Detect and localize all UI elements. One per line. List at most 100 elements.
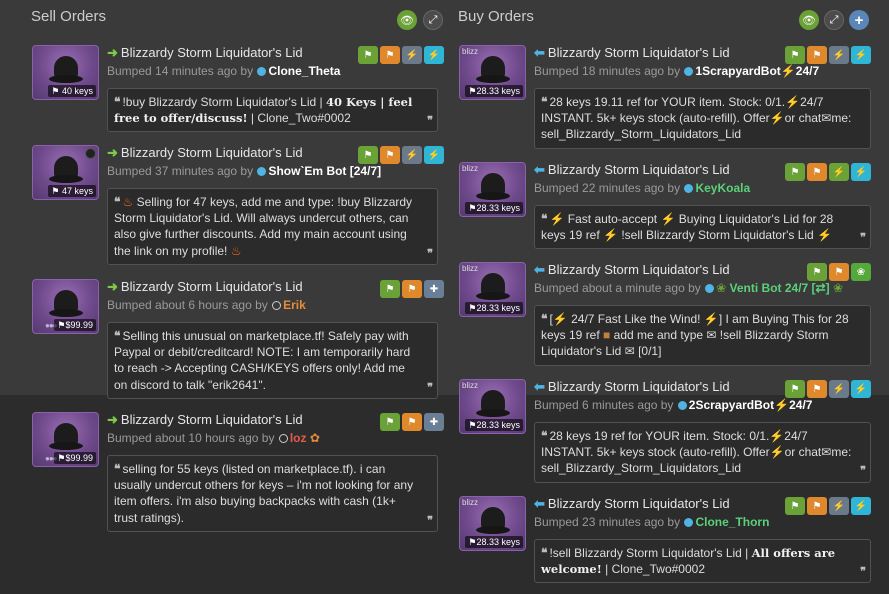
- leaf-icon[interactable]: ❀: [851, 263, 871, 281]
- item-icon[interactable]: blizz ⚑28.33 keys: [459, 262, 526, 317]
- tag-icon[interactable]: ⚑: [358, 146, 378, 164]
- bump-info: Bumped 18 minutes ago by 1ScrapyardBot⚡2…: [534, 64, 820, 78]
- item-icon[interactable]: blizz ⚑28.33 keys: [459, 162, 526, 217]
- quote-close-icon: ❞: [860, 566, 866, 579]
- action-buttons: ⚑ ⚑ ⚡ ⚡: [358, 146, 444, 164]
- arrow-right-icon: ➜: [107, 279, 118, 294]
- bolt-icon: ⚡: [774, 398, 790, 412]
- bolt-icon[interactable]: ⚡: [829, 163, 849, 181]
- status-dot: [257, 67, 267, 76]
- flag-icon[interactable]: ⚑: [807, 497, 827, 515]
- expand-icon[interactable]: ⤢: [824, 10, 844, 30]
- quote-open-icon: ❝: [114, 462, 121, 476]
- item-tag: blizz: [462, 381, 479, 390]
- bump-info: Bumped about 10 hours ago by loz ✿: [107, 431, 320, 445]
- bump-info: Bumped 37 minutes ago by Show`Em Bot [24…: [107, 164, 382, 178]
- listing-comment: ❝ 28 keys 19 ref for YOUR item. Stock: 0/…: [534, 422, 871, 483]
- username-link[interactable]: Clone_Thorn: [695, 515, 769, 529]
- username-link[interactable]: 1ScrapyardBot⚡24/7: [695, 64, 819, 78]
- status-dot: [705, 284, 715, 293]
- username-link[interactable]: Erik: [283, 298, 306, 312]
- username-link[interactable]: Show`Em Bot [24/7]: [268, 164, 381, 178]
- listing-comment: ❝ [⚡ 24/7 Fast Like the Wind! ⚡] I am Buy…: [534, 305, 871, 366]
- item-icon[interactable]: ⚑ 47 keys: [32, 145, 99, 200]
- fox-icon: ✿: [309, 431, 320, 445]
- bolt-icon[interactable]: ⚡: [851, 163, 871, 181]
- eye-icon[interactable]: 👁: [397, 10, 417, 30]
- flag-icon[interactable]: ⚑: [829, 263, 849, 281]
- status-dot: [684, 67, 694, 76]
- bolt-icon[interactable]: ⚡: [851, 497, 871, 515]
- flag-icon[interactable]: ⚑: [380, 146, 400, 164]
- arrow-left-icon: ⬅: [534, 162, 545, 177]
- username-link[interactable]: 2ScrapyardBot⚡24/7: [689, 398, 813, 412]
- listing-title[interactable]: ⬅ Blizzardy Storm Liquidator's Lid: [534, 262, 730, 280]
- arrow-left-icon: ⬅: [534, 379, 545, 394]
- price-badge: ⚑$99.99: [54, 319, 96, 331]
- chat-icon: ✉: [821, 111, 832, 126]
- bolt-icon[interactable]: ⚡: [851, 46, 871, 64]
- bump-info: Bumped about 6 hours ago by Erik: [107, 298, 306, 312]
- listing-title[interactable]: ⬅ Blizzardy Storm Liquidator's Lid: [534, 162, 730, 180]
- quote-open-icon: ❝: [114, 329, 121, 343]
- price-badge: ⚑28.33 keys: [465, 419, 523, 431]
- item-icon[interactable]: blizz ⚑28.33 keys: [459, 496, 526, 551]
- tag-icon[interactable]: ⚑: [807, 263, 827, 281]
- item-icon[interactable]: blizz ⚑28.33 keys: [459, 379, 526, 434]
- listing-title[interactable]: ➜ Blizzardy Storm Liquidator's Lid: [107, 45, 303, 63]
- add-user-icon[interactable]: ✚: [424, 413, 444, 431]
- listing-title[interactable]: ➜ Blizzardy Storm Liquidator's Lid: [107, 145, 303, 163]
- quote-open-icon: ❝: [114, 95, 121, 109]
- bolt-icon[interactable]: ⚡: [402, 46, 422, 64]
- flag-icon[interactable]: ⚑: [402, 280, 422, 298]
- expand-icon[interactable]: ⤢: [423, 10, 443, 30]
- listing-title[interactable]: ⬅ Blizzardy Storm Liquidator's Lid: [534, 45, 730, 63]
- flag-icon[interactable]: ⚑: [807, 163, 827, 181]
- listing-title[interactable]: ➜ Blizzardy Storm Liquidator's Lid: [107, 412, 303, 430]
- quote-close-icon: ❞: [860, 232, 866, 245]
- add-user-icon[interactable]: ✚: [424, 280, 444, 298]
- listing-title[interactable]: ➜ Blizzardy Storm Liquidator's Lid: [107, 279, 303, 297]
- price-badge: ⚑ 47 keys: [48, 185, 96, 197]
- bolt-icon[interactable]: ⚡: [424, 146, 444, 164]
- listing-comment: ❝ ⚡ Fast auto-accept ⚡ Buying Liquidator'…: [534, 205, 871, 250]
- username-link[interactable]: KeyKoala: [695, 181, 750, 195]
- action-buttons: ⚑ ⚑ ⚡ ⚡: [785, 163, 871, 181]
- eye-icon[interactable]: 👁: [799, 10, 819, 30]
- tag-icon[interactable]: ⚑: [380, 280, 400, 298]
- bolt-icon[interactable]: ⚡: [402, 146, 422, 164]
- tag-icon[interactable]: ⚑: [785, 163, 805, 181]
- flag-icon[interactable]: ⚑: [380, 46, 400, 64]
- bolt-icon: ⚡: [780, 64, 796, 78]
- bolt-icon: ⚡: [817, 228, 833, 243]
- price-badge: ⚑28.33 keys: [465, 302, 523, 314]
- bump-info: Bumped 14 minutes ago by Clone_Theta: [107, 64, 341, 78]
- bolt-icon[interactable]: ⚡: [424, 46, 444, 64]
- tag-icon[interactable]: ⚑: [785, 497, 805, 515]
- username-link[interactable]: Clone_Theta: [268, 64, 340, 78]
- item-tag: blizz: [462, 264, 479, 273]
- flag-icon[interactable]: ⚑: [807, 380, 827, 398]
- item-icon[interactable]: blizz ⚑28.33 keys: [459, 45, 526, 100]
- bolt-icon: ⚡: [769, 429, 785, 443]
- username-link[interactable]: loz: [290, 431, 307, 445]
- bolt-icon[interactable]: ⚡: [829, 497, 849, 515]
- flag-icon[interactable]: ⚑: [807, 46, 827, 64]
- tag-icon[interactable]: ⚑: [785, 46, 805, 64]
- tag-icon[interactable]: ⚑: [358, 46, 378, 64]
- item-icon[interactable]: ●●● ⚑$99.99: [32, 279, 99, 334]
- bolt-icon: ⚡: [552, 312, 568, 326]
- username-link[interactable]: Venti Bot 24/7 [⇄]: [730, 281, 830, 295]
- tag-icon[interactable]: ⚑: [785, 380, 805, 398]
- bolt-icon[interactable]: ⚡: [829, 46, 849, 64]
- listing-title[interactable]: ⬅ Blizzardy Storm Liquidator's Lid: [534, 379, 730, 397]
- item-icon[interactable]: ⚑ 40 keys: [32, 45, 99, 100]
- tag-icon[interactable]: ⚑: [380, 413, 400, 431]
- quote-close-icon: ❞: [427, 115, 433, 128]
- add-icon[interactable]: +: [849, 10, 869, 30]
- bolt-icon[interactable]: ⚡: [829, 380, 849, 398]
- bolt-icon[interactable]: ⚡: [851, 380, 871, 398]
- flag-icon[interactable]: ⚑: [402, 413, 422, 431]
- item-icon[interactable]: ●●● ⚑$99.99: [32, 412, 99, 467]
- listing-title[interactable]: ⬅ Blizzardy Storm Liquidator's Lid: [534, 496, 730, 514]
